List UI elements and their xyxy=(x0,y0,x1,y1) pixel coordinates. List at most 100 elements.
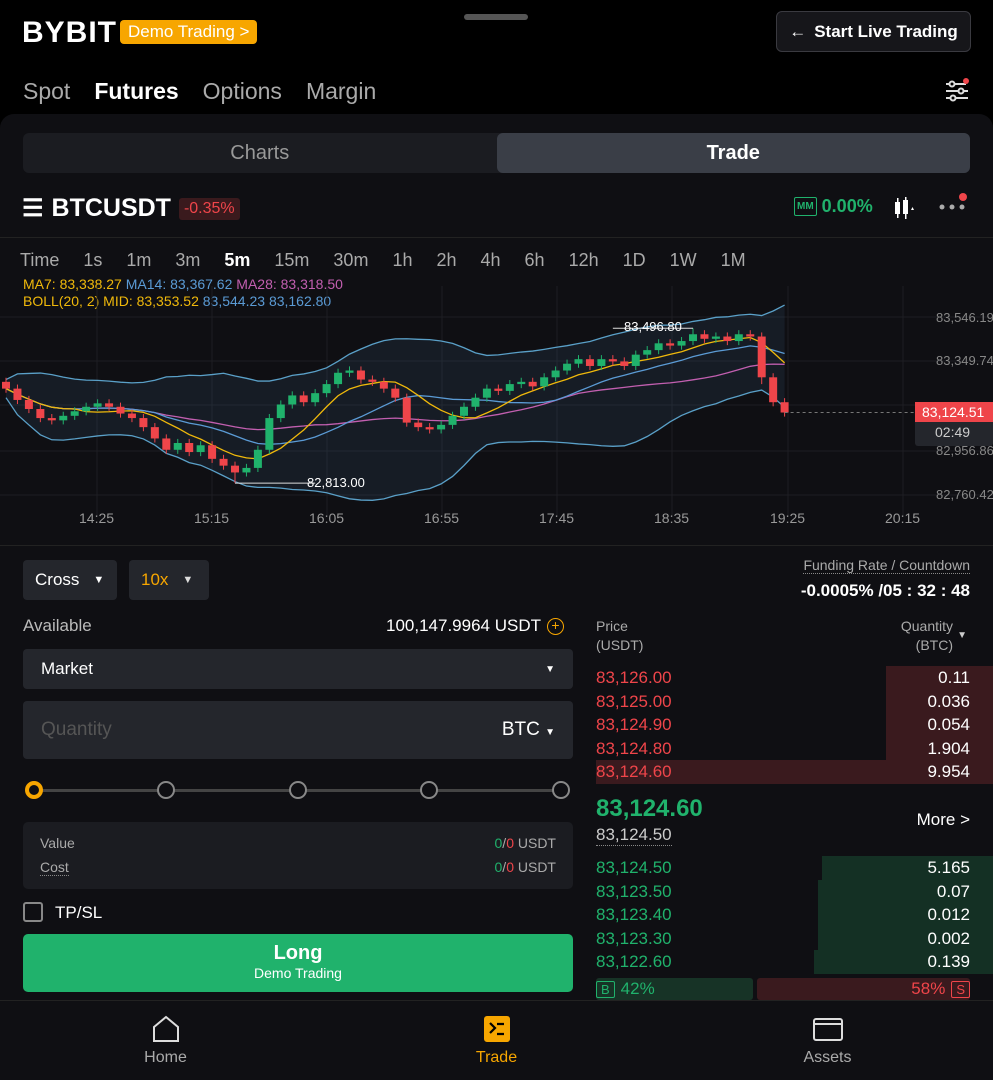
candlestick-icon[interactable] xyxy=(892,196,918,220)
tf-15m[interactable]: 15m xyxy=(274,250,309,271)
ask-row[interactable]: 83,124.60 9.954 xyxy=(596,760,993,785)
assets-label: Assets xyxy=(803,1048,852,1066)
trade-tab[interactable]: Trade xyxy=(496,133,970,173)
candle-body xyxy=(585,359,594,366)
long-label: Long xyxy=(273,942,323,964)
divider xyxy=(0,545,993,546)
tf-time[interactable]: Time xyxy=(20,250,59,271)
candle-body xyxy=(13,388,22,400)
cost-amount: 0/0 USDT xyxy=(495,859,557,875)
tf-1m[interactable]: 1m xyxy=(126,250,151,271)
candle-body xyxy=(723,336,732,342)
tf-1M[interactable]: 1M xyxy=(721,250,746,271)
nav-trade[interactable]: Trade xyxy=(331,1001,662,1080)
price-axis-label: 82,760.42 xyxy=(936,487,993,502)
available-value: 100,147.9964 USDT xyxy=(386,616,541,635)
tf-12h[interactable]: 12h xyxy=(569,250,599,271)
tf-3m[interactable]: 3m xyxy=(175,250,200,271)
tpsl-checkbox[interactable] xyxy=(23,902,43,922)
price-chart[interactable] xyxy=(0,286,993,546)
caret-down-icon: ▼ xyxy=(545,727,555,738)
funding-label[interactable]: Funding Rate / Countdown xyxy=(803,557,970,574)
candle-body xyxy=(448,415,457,425)
leverage-select[interactable]: 10x ▼ xyxy=(129,560,209,600)
candle-body xyxy=(563,363,572,371)
buy-ratio-bar: B 42% xyxy=(596,978,754,1000)
tf-1w[interactable]: 1W xyxy=(670,250,697,271)
bid-row[interactable]: 83,123.40 0.012 xyxy=(596,903,993,928)
candle-body xyxy=(711,336,720,339)
tf-4h[interactable]: 4h xyxy=(481,250,501,271)
more-button[interactable]: More > xyxy=(917,810,970,830)
bid-qty: 0.012 xyxy=(927,905,970,925)
slider-step[interactable] xyxy=(552,781,570,799)
slider-step[interactable] xyxy=(25,781,43,799)
ask-row[interactable]: 83,125.00 0.036 xyxy=(596,689,993,714)
price-header: Price (USDT) xyxy=(596,617,643,655)
candle-body xyxy=(574,359,583,364)
ask-price: 83,124.60 xyxy=(596,762,672,782)
more-options-icon[interactable] xyxy=(938,192,970,216)
tab-margin[interactable]: Margin xyxy=(306,78,376,105)
margin-mode-select[interactable]: Cross ▼ xyxy=(23,560,117,600)
tab-futures[interactable]: Futures xyxy=(94,78,178,105)
candle-body xyxy=(150,427,159,439)
ask-price: 83,125.00 xyxy=(596,691,672,711)
value-cost-box: Value Cost 0/0 USDT 0/0 USDT xyxy=(23,822,573,889)
charts-tab[interactable]: Charts xyxy=(23,133,497,173)
funding-value: -0.0005% /05 : 32 : 48 xyxy=(800,581,970,600)
order-type-select[interactable]: Market ▼ xyxy=(23,649,573,689)
time-axis-label: 20:15 xyxy=(885,510,921,526)
trade-icon xyxy=(483,1015,510,1042)
quantity-header[interactable]: Quantity (BTC) xyxy=(901,617,953,655)
tf-30m[interactable]: 30m xyxy=(333,250,368,271)
slider-step[interactable] xyxy=(420,781,438,799)
nav-assets[interactable]: Assets xyxy=(662,1001,993,1080)
tf-1d[interactable]: 1D xyxy=(623,250,646,271)
demo-trading-badge[interactable]: Demo Trading > xyxy=(120,20,258,44)
drag-handle[interactable] xyxy=(464,14,528,20)
candle-body xyxy=(379,381,388,389)
candle-body xyxy=(322,384,331,394)
candle-body xyxy=(734,334,743,342)
tf-1h[interactable]: 1h xyxy=(392,250,412,271)
start-live-trading-button[interactable]: ← Start Live Trading xyxy=(776,11,971,52)
candle-body xyxy=(105,403,114,407)
candle-body xyxy=(173,442,182,450)
last-price-value: 83,124.51 xyxy=(915,402,993,422)
ask-row[interactable]: 83,124.90 0.054 xyxy=(596,713,993,738)
leverage-value: 10x xyxy=(141,570,169,589)
mm-rate[interactable]: MM 0.00% xyxy=(794,196,873,217)
filter-settings-icon[interactable] xyxy=(944,78,970,102)
slider-step[interactable] xyxy=(157,781,175,799)
tf-1s[interactable]: 1s xyxy=(83,250,102,271)
tf-2h[interactable]: 2h xyxy=(436,250,456,271)
tab-spot[interactable]: Spot xyxy=(23,78,70,105)
candle-body xyxy=(757,336,766,378)
candle-body xyxy=(402,397,411,423)
quantity-unit-select[interactable]: BTC ▼ xyxy=(502,719,555,741)
bid-row[interactable]: 83,123.30 0.002 xyxy=(596,926,993,951)
quantity-input[interactable]: Quantity BTC ▼ xyxy=(23,701,573,759)
bid-row[interactable]: 83,122.60 0.139 xyxy=(596,950,993,975)
tf-6h[interactable]: 6h xyxy=(525,250,545,271)
candle-body xyxy=(666,343,675,346)
ask-row[interactable]: 83,126.00 0.11 xyxy=(596,666,993,690)
candle-body xyxy=(253,449,262,468)
bid-row[interactable]: 83,123.50 0.07 xyxy=(596,879,993,904)
tab-options[interactable]: Options xyxy=(203,78,282,105)
time-axis-label: 18:35 xyxy=(654,510,690,526)
tf-5m[interactable]: 5m xyxy=(224,250,250,271)
trade-label: Trade xyxy=(475,1048,518,1066)
nav-home[interactable]: Home xyxy=(0,1001,331,1080)
bid-row[interactable]: 83,124.50 5.165 xyxy=(596,856,993,880)
add-funds-icon[interactable]: + xyxy=(547,617,564,635)
candle-countdown: 02:49 xyxy=(935,424,971,440)
ask-row[interactable]: 83,124.80 1.904 xyxy=(596,736,993,761)
candle-body xyxy=(391,388,400,398)
slider-step[interactable] xyxy=(289,781,307,799)
symbol-selector[interactable]: ☰ BTCUSDT -0.35% xyxy=(22,194,240,223)
caret-down-icon: ▼ xyxy=(957,630,967,641)
long-button[interactable]: Long Demo Trading xyxy=(23,934,573,992)
menu-icon: ☰ xyxy=(22,195,44,222)
